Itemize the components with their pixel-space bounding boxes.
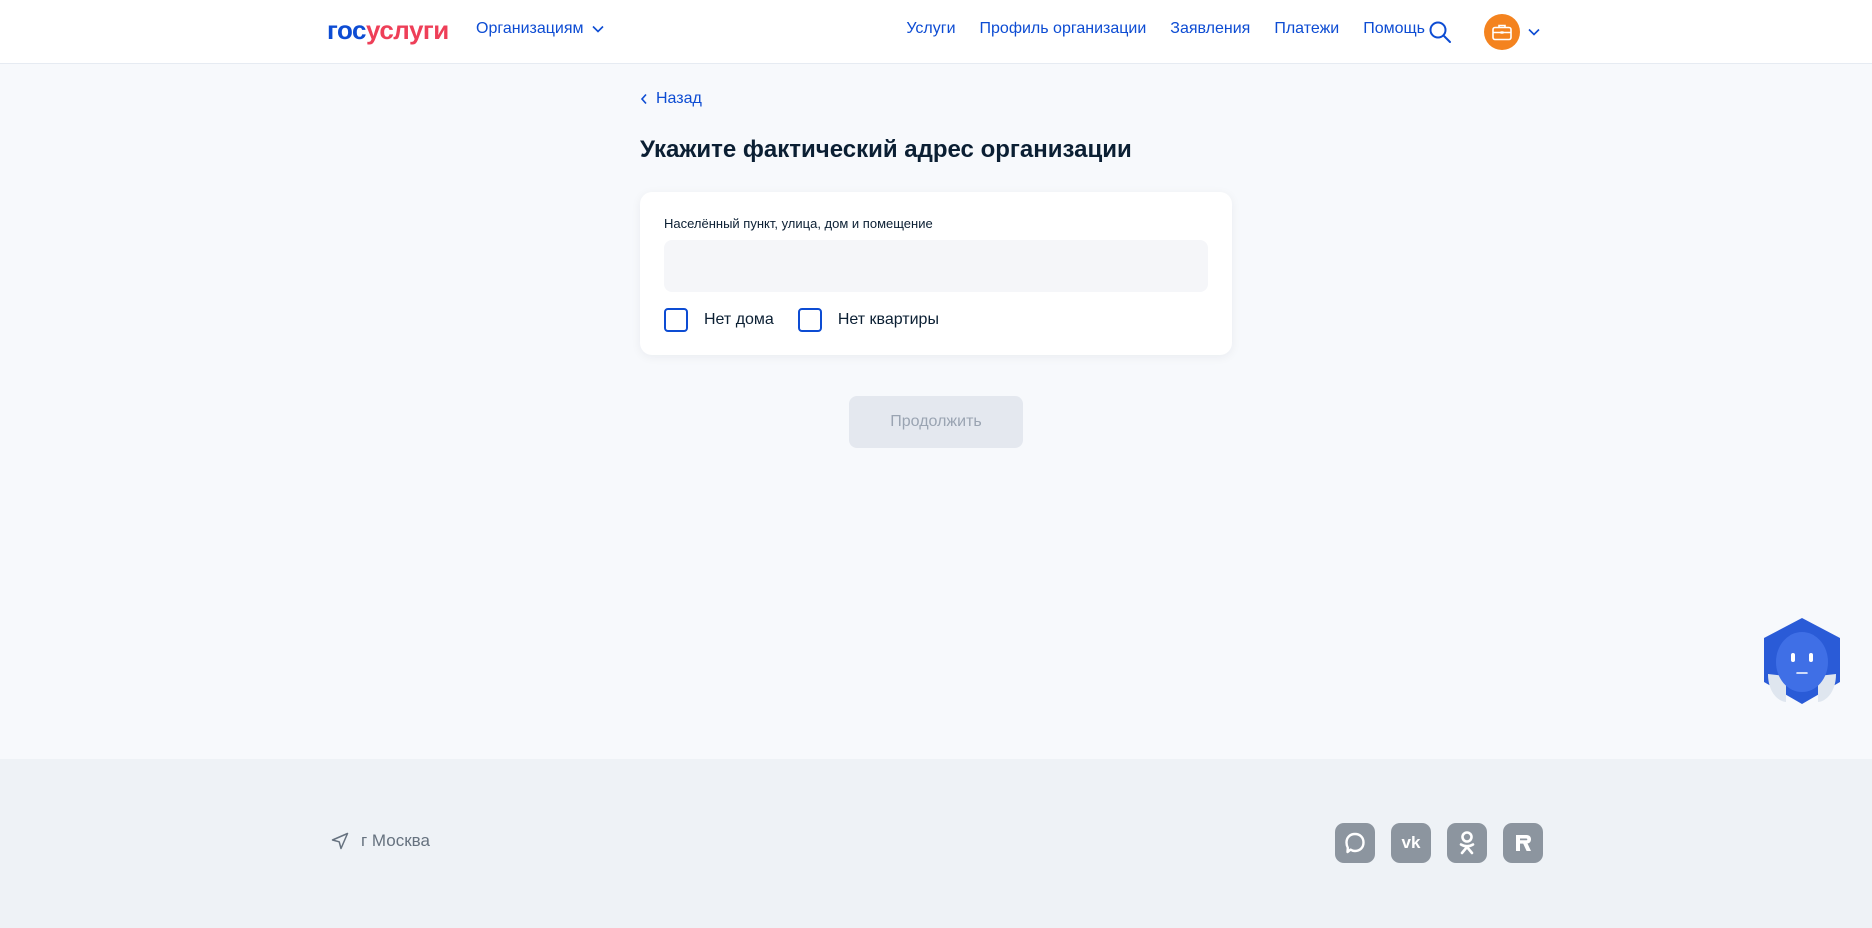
- social-links: vk: [1335, 823, 1543, 863]
- city-selector[interactable]: г Москва: [331, 831, 430, 851]
- organizations-dropdown-label: Организациям: [476, 20, 584, 37]
- max-icon: [1345, 832, 1365, 854]
- robot-assistant-icon: [1764, 618, 1840, 704]
- search-icon: [1429, 21, 1451, 43]
- continue-button[interactable]: Продолжить: [849, 396, 1023, 448]
- briefcase-icon: [1492, 24, 1512, 41]
- location-arrow-icon: [331, 832, 349, 850]
- search-button[interactable]: [1428, 20, 1452, 44]
- account-menu[interactable]: [1484, 14, 1540, 50]
- checkbox-box[interactable]: [797, 308, 822, 332]
- address-field-label: Населённый пункт, улица, дом и помещение: [664, 216, 933, 231]
- nav-link-help[interactable]: Помощь: [1363, 20, 1425, 38]
- chevron-left-icon: [640, 93, 647, 105]
- nav-link-org-profile[interactable]: Профиль организации: [980, 20, 1147, 38]
- footer: [0, 759, 1872, 928]
- no-house-checkbox[interactable]: Нет дома: [664, 308, 774, 332]
- logo-part-gos: гос: [327, 15, 367, 45]
- chevron-down-icon: [591, 25, 604, 33]
- no-apartment-checkbox[interactable]: Нет квартиры: [797, 308, 939, 332]
- nav-link-applications[interactable]: Заявления: [1170, 20, 1250, 38]
- page-title: Укажите фактический адрес организации: [640, 136, 1132, 163]
- vk-icon: vk: [1401, 833, 1421, 852]
- gosuslugi-logo[interactable]: госуслуги: [327, 15, 449, 45]
- no-house-label: Нет дома: [704, 311, 774, 328]
- rutube-link[interactable]: [1503, 823, 1543, 863]
- ok-icon: [1459, 831, 1475, 855]
- city-label: г Москва: [361, 831, 430, 850]
- organizations-dropdown[interactable]: Организациям: [476, 20, 604, 38]
- address-card: Населённый пункт, улица, дом и помещение…: [640, 192, 1232, 355]
- address-input[interactable]: [664, 240, 1208, 292]
- no-apartment-label: Нет квартиры: [837, 311, 939, 328]
- back-link[interactable]: Назад: [640, 90, 702, 108]
- max-messenger-link[interactable]: [1335, 823, 1375, 863]
- robot-assistant-button[interactable]: [1760, 616, 1844, 706]
- ok-link[interactable]: [1447, 823, 1487, 863]
- avatar: [1484, 14, 1520, 50]
- checkbox-box[interactable]: [664, 308, 688, 332]
- rutube-icon: [1516, 835, 1531, 851]
- header: госуслуги Организациям Услуги Профиль ор…: [0, 0, 1872, 64]
- top-nav: Услуги Профиль организации Заявления Пла…: [906, 20, 1425, 38]
- vk-link[interactable]: vk: [1391, 823, 1431, 863]
- back-link-label: Назад: [656, 90, 702, 107]
- nav-link-services[interactable]: Услуги: [906, 20, 955, 38]
- nav-link-payments[interactable]: Платежи: [1274, 20, 1339, 38]
- chevron-down-icon: [1528, 28, 1540, 36]
- logo-part-uslugi: услуги: [366, 15, 449, 45]
- checkbox-row: Нет дома Нет квартиры: [664, 308, 939, 332]
